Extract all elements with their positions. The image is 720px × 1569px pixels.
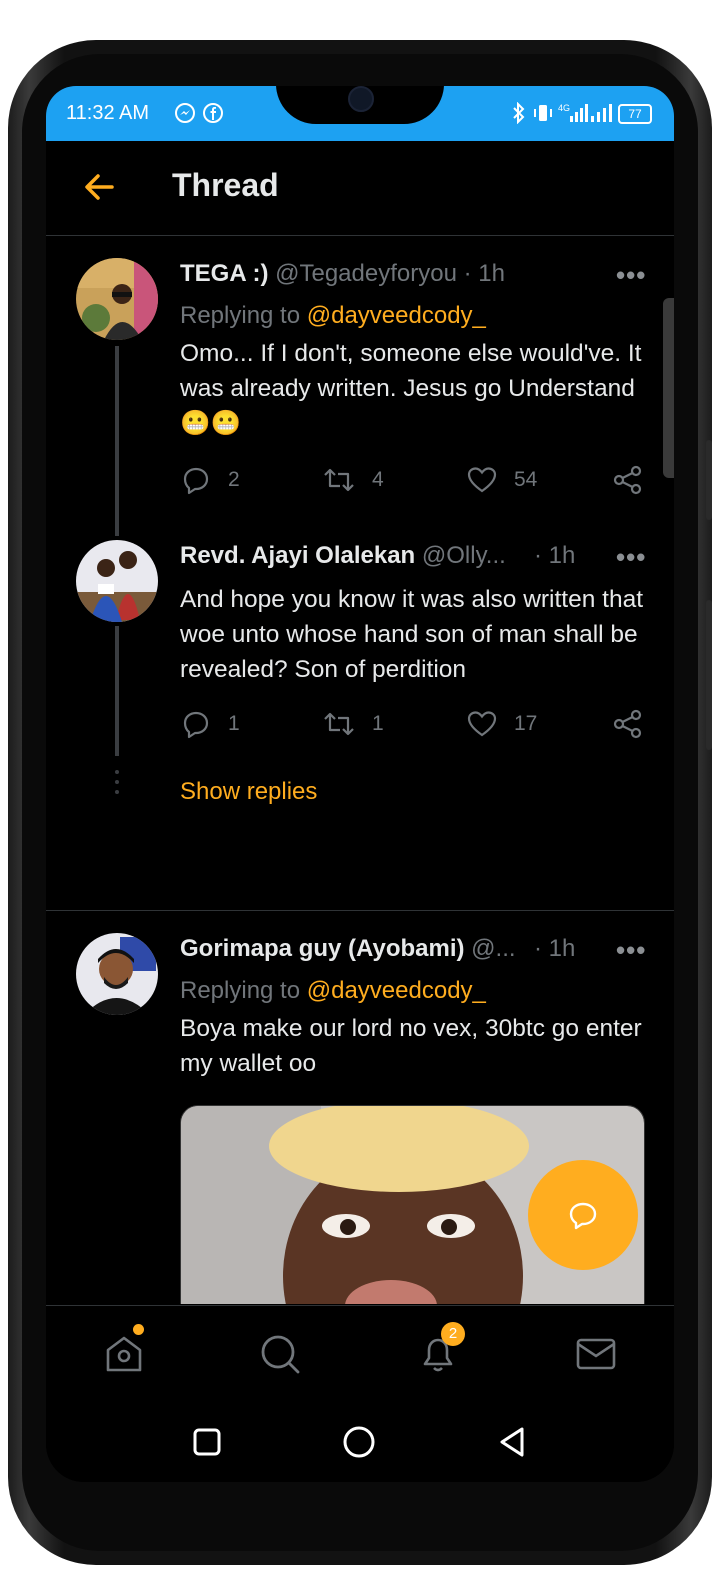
thread-dots-icon	[115, 770, 119, 794]
messenger-icon	[174, 102, 196, 129]
more-options-icon[interactable]: •••	[616, 935, 646, 966]
comment-icon	[183, 467, 209, 495]
display-name[interactable]: TEGA :)	[180, 260, 268, 287]
comment-icon	[183, 711, 209, 739]
scrollbar[interactable]	[663, 298, 674, 478]
arrow-left-icon	[85, 174, 114, 200]
heart-icon	[467, 711, 497, 737]
tweet-time: · 1h	[463, 260, 505, 287]
status-time: 11:32 AM	[66, 102, 150, 124]
bottom-navigation: 2	[46, 1305, 674, 1402]
display-name[interactable]: Revd. Ajayi Olalekan	[180, 542, 415, 569]
home-system-button[interactable]	[342, 1425, 376, 1464]
user-handle[interactable]: @Tegadeyforyou	[275, 260, 457, 287]
reply-count: 1	[228, 712, 240, 735]
tweet-thread[interactable]: TEGA :) @Tegadeyforyou · 1h ••• Replying…	[46, 236, 674, 1304]
compose-reply-button[interactable]	[528, 1160, 638, 1270]
thread-header: Thread	[46, 141, 674, 236]
volume-button	[706, 440, 712, 520]
back-system-button[interactable]	[496, 1425, 530, 1464]
like-count: 17	[514, 712, 538, 735]
more-options-icon[interactable]: •••	[616, 260, 646, 291]
nav-search[interactable]	[258, 1332, 302, 1381]
retweet-icon	[324, 468, 354, 492]
user-handle[interactable]: @Olly...	[422, 542, 506, 569]
home-icon	[106, 1336, 142, 1372]
tweet-time: · 1h	[534, 935, 576, 962]
triangle-back-icon	[500, 1427, 524, 1457]
reply-button[interactable]: 1	[180, 708, 240, 740]
replying-prefix: Replying to	[180, 977, 301, 1004]
tweet-header: TEGA :) @Tegadeyforyou · 1h	[180, 260, 505, 288]
notifications-badge: 2	[441, 1322, 465, 1346]
share-icon	[613, 709, 642, 739]
system-navigation-bar	[46, 1401, 674, 1482]
page-title: Thread	[172, 167, 279, 203]
circle-icon	[343, 1426, 375, 1458]
like-button[interactable]: 17	[466, 708, 537, 740]
vibrate-icon	[532, 102, 554, 129]
retweet-icon	[324, 712, 354, 736]
retweet-count: 1	[372, 712, 384, 735]
mention-link[interactable]: @dayveedcody_	[307, 977, 486, 1004]
replying-prefix: Replying to	[180, 302, 301, 329]
replying-to: Replying to @dayveedcody_	[180, 302, 486, 330]
nav-messages[interactable]	[574, 1332, 618, 1381]
like-button[interactable]: 54	[466, 464, 537, 496]
avatar[interactable]	[76, 933, 158, 1015]
retweet-button[interactable]: 4	[322, 464, 384, 496]
heart-icon	[467, 467, 497, 493]
reply-button[interactable]: 2	[180, 464, 240, 496]
home-notification-dot	[133, 1324, 144, 1335]
replying-to: Replying to @dayveedcody_	[180, 977, 486, 1005]
svg-text:4G: 4G	[558, 103, 570, 113]
back-button[interactable]	[82, 169, 122, 205]
tweet-time: · 1h	[534, 542, 576, 569]
share-button[interactable]	[612, 464, 660, 496]
thread-line	[115, 346, 119, 536]
avatar[interactable]	[76, 540, 158, 622]
share-button[interactable]	[612, 708, 660, 740]
tweet-text: Omo... If I don't, someone else would've…	[180, 340, 642, 437]
square-icon	[193, 1428, 221, 1456]
user-handle[interactable]: @...	[471, 935, 515, 962]
recents-button[interactable]	[192, 1427, 222, 1462]
mention-link[interactable]: @dayveedcody_	[307, 302, 486, 329]
thread-line	[115, 626, 119, 756]
tweet[interactable]: Revd. Ajayi Olalekan @Olly... · 1h ••• A…	[46, 526, 674, 906]
share-icon	[613, 465, 642, 495]
avatar[interactable]	[76, 258, 158, 340]
tweet[interactable]: TEGA :) @Tegadeyforyou · 1h ••• Replying…	[46, 236, 674, 536]
signal-4g-icon: 4G	[558, 102, 590, 129]
battery-icon: 77	[618, 104, 652, 124]
front-camera	[348, 86, 374, 112]
power-button	[706, 600, 712, 750]
search-icon	[261, 1335, 300, 1374]
mail-icon	[576, 1338, 616, 1370]
screen: 11:32 AM 4G 77 Thread TEGA:) @Tegadeyfo…	[46, 86, 674, 1482]
bluetooth-icon	[512, 101, 526, 129]
show-replies-link[interactable]: Show replies	[180, 778, 317, 806]
tweet-text: Boya make our lord no vex, 30btc go ente…	[180, 1015, 642, 1077]
tweet-header: Revd. Ajayi Olalekan @Olly...	[180, 542, 506, 570]
like-count: 54	[514, 468, 538, 491]
tweet-text: And hope you know it was also written th…	[180, 586, 644, 683]
signal-icon	[590, 102, 614, 129]
reply-count: 2	[228, 468, 240, 491]
nav-home[interactable]	[102, 1332, 146, 1381]
retweet-count: 4	[372, 468, 384, 491]
more-options-icon[interactable]: •••	[616, 542, 646, 573]
retweet-button[interactable]: 1	[322, 708, 384, 740]
tweet-header: Gorimapa guy (Ayobami) @...	[180, 935, 516, 963]
speech-bubble-icon	[569, 1202, 597, 1230]
display-name[interactable]: Gorimapa guy (Ayobami)	[180, 935, 464, 962]
facebook-icon	[202, 102, 224, 129]
